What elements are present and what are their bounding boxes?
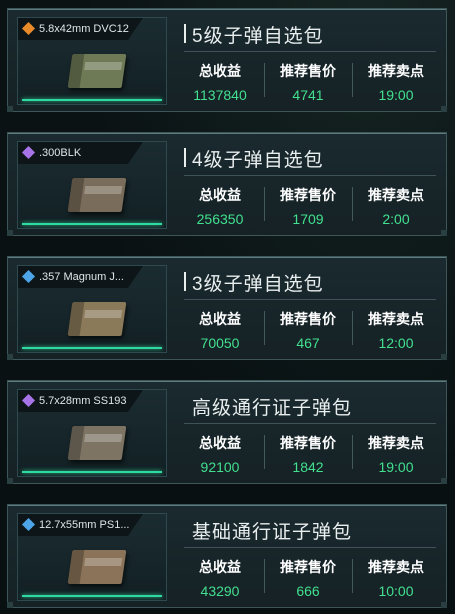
pack-title: 4级子弹自选包: [184, 145, 436, 172]
recommended-sell-time-value: 12:00: [378, 335, 414, 351]
recommended-price-value: 467: [296, 335, 320, 351]
purple-rarity-icon: [21, 393, 36, 408]
ammo-name: .357 Magnum J...: [39, 271, 124, 283]
ammo-item-slot[interactable]: 5.7x28mm SS193: [17, 389, 167, 477]
ammo-pack-card[interactable]: .300BLK 4级子弹自选包 总收益 256350 推荐售价 1709 推荐卖…: [7, 132, 447, 236]
total-revenue-value: 1137840: [193, 87, 247, 103]
ammo-name: .300BLK: [39, 147, 82, 159]
recommended-price: 推荐售价 666: [264, 555, 352, 599]
ammo-box-image: [67, 426, 127, 460]
ammo-box-image: [67, 54, 127, 88]
ammo-tag: .300BLK: [18, 142, 143, 164]
pack-title: 5级子弹自选包: [184, 21, 436, 48]
ammo-tag: .357 Magnum J...: [18, 266, 143, 288]
recommended-sell-time-label: 推荐卖点: [368, 311, 424, 327]
ammo-item-slot[interactable]: .357 Magnum J...: [17, 265, 167, 353]
recommended-price-value: 1709: [292, 211, 324, 227]
recommended-sell-time-value: 2:00: [382, 211, 410, 227]
recommended-price-value: 1842: [292, 459, 324, 475]
stats-row: 总收益 92100 推荐售价 1842 推荐卖点 19:00: [176, 431, 440, 475]
recommended-price: 推荐售价 4741: [264, 59, 352, 103]
total-revenue: 总收益 70050: [176, 307, 264, 351]
recommended-price-value: 666: [296, 583, 320, 599]
recommended-sell-time: 推荐卖点 12:00: [352, 307, 440, 351]
total-revenue-value: 92100: [200, 459, 240, 475]
total-revenue: 总收益 1137840: [176, 59, 264, 103]
recommended-sell-time: 推荐卖点 19:00: [352, 431, 440, 475]
ammo-pack-card[interactable]: .357 Magnum J... 3级子弹自选包 总收益 70050 推荐售价 …: [7, 256, 447, 360]
recommended-sell-time: 推荐卖点 2:00: [352, 183, 440, 227]
ammo-tag: 5.7x28mm SS193: [18, 390, 143, 412]
ammo-tag: 5.8x42mm DVC12: [18, 18, 143, 40]
ammo-item-slot[interactable]: .300BLK: [17, 141, 167, 229]
orange-rarity-icon: [21, 21, 36, 36]
item-highlight-bar: [22, 595, 162, 597]
ammo-item-slot[interactable]: 12.7x55mm PS1...: [17, 513, 167, 601]
recommended-price: 推荐售价 467: [264, 307, 352, 351]
divider: [184, 51, 436, 52]
blue-rarity-icon: [21, 517, 36, 532]
pack-title: 高级通行证子弹包: [192, 398, 353, 419]
recommended-price-value: 4741: [292, 87, 324, 103]
blue-rarity-icon: [21, 269, 36, 284]
recommended-price: 推荐售价 1709: [264, 183, 352, 227]
recommended-sell-time-label: 推荐卖点: [368, 63, 424, 79]
recommended-sell-time-value: 10:00: [378, 583, 414, 599]
stats-row: 总收益 70050 推荐售价 467 推荐卖点 12:00: [176, 307, 440, 351]
divider: [184, 547, 436, 548]
stats-row: 总收益 256350 推荐售价 1709 推荐卖点 2:00: [176, 183, 440, 227]
total-revenue-value: 256350: [196, 211, 244, 227]
recommended-price-label: 推荐售价: [280, 559, 336, 575]
recommended-price-label: 推荐售价: [280, 187, 336, 203]
divider: [184, 299, 436, 300]
total-revenue: 总收益 92100: [176, 431, 264, 475]
total-revenue-label: 总收益: [199, 559, 241, 575]
divider: [184, 175, 436, 176]
recommended-price-label: 推荐售价: [280, 435, 336, 451]
item-highlight-bar: [22, 223, 162, 225]
total-revenue-label: 总收益: [199, 187, 241, 203]
ammo-box-image: [67, 178, 127, 212]
ammo-box-image: [67, 302, 127, 336]
ammo-name: 5.7x28mm SS193: [39, 395, 127, 407]
ammo-pack-card[interactable]: 12.7x55mm PS1... 基础通行证子弹包 总收益 43290 推荐售价…: [7, 504, 447, 608]
recommended-price-label: 推荐售价: [280, 63, 336, 79]
ammo-name: 5.8x42mm DVC12: [39, 23, 129, 35]
pack-title: 基础通行证子弹包: [192, 522, 353, 543]
total-revenue-value: 43290: [200, 583, 240, 599]
recommended-sell-time-value: 19:00: [378, 459, 414, 475]
stats-row: 总收益 43290 推荐售价 666 推荐卖点 10:00: [176, 555, 440, 599]
recommended-price-label: 推荐售价: [280, 311, 336, 327]
divider: [184, 423, 436, 424]
total-revenue-label: 总收益: [199, 63, 241, 79]
stats-row: 总收益 1137840 推荐售价 4741 推荐卖点 19:00: [176, 59, 440, 103]
total-revenue: 总收益 256350: [176, 183, 264, 227]
recommended-sell-time-value: 19:00: [378, 87, 414, 103]
recommended-price: 推荐售价 1842: [264, 431, 352, 475]
recommended-sell-time-label: 推荐卖点: [368, 559, 424, 575]
total-revenue-label: 总收益: [199, 435, 241, 451]
recommended-sell-time-label: 推荐卖点: [368, 187, 424, 203]
total-revenue-label: 总收益: [199, 311, 241, 327]
item-highlight-bar: [22, 347, 162, 349]
total-revenue: 总收益 43290: [176, 555, 264, 599]
ammo-tag: 12.7x55mm PS1...: [18, 514, 143, 536]
ammo-name: 12.7x55mm PS1...: [39, 519, 130, 531]
item-highlight-bar: [22, 471, 162, 473]
recommended-sell-time: 推荐卖点 19:00: [352, 59, 440, 103]
recommended-sell-time: 推荐卖点 10:00: [352, 555, 440, 599]
pack-title: 3级子弹自选包: [184, 269, 436, 296]
ammo-pack-card[interactable]: 5.8x42mm DVC12 5级子弹自选包 总收益 1137840 推荐售价 …: [7, 8, 447, 112]
total-revenue-value: 70050: [200, 335, 240, 351]
ammo-box-image: [67, 550, 127, 584]
ammo-item-slot[interactable]: 5.8x42mm DVC12: [17, 17, 167, 105]
recommended-sell-time-label: 推荐卖点: [368, 435, 424, 451]
ammo-pack-card[interactable]: 5.7x28mm SS193 高级通行证子弹包 总收益 92100 推荐售价 1…: [7, 380, 447, 484]
purple-rarity-icon: [21, 145, 36, 160]
item-highlight-bar: [22, 99, 162, 101]
